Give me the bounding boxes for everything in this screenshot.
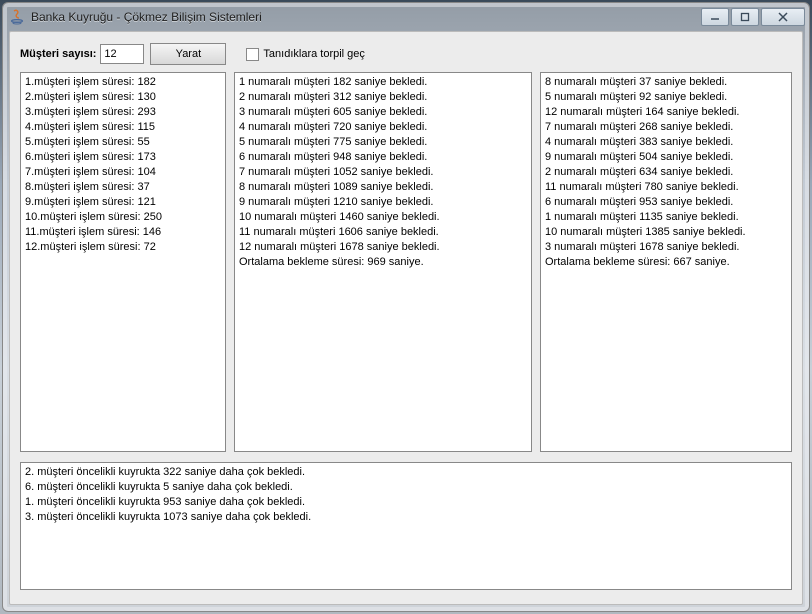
control-row: Müşteri sayısı: Yarat Tanıdıklara torpil… xyxy=(20,42,792,66)
torpil-label: Tanıdıklara torpil geç xyxy=(263,48,365,60)
processing-times-panel[interactable]: 1.müşteri işlem süresi: 182 2.müşteri iş… xyxy=(20,72,226,452)
app-window: Banka Kuyruğu - Çökmez Bilişim Sistemler… xyxy=(2,2,810,612)
window-title: Banka Kuyruğu - Çökmez Bilişim Sistemler… xyxy=(31,10,699,24)
panels-row: 1.müşteri işlem süresi: 182 2.müşteri iş… xyxy=(20,72,792,452)
client-area: Müşteri sayısı: Yarat Tanıdıklara torpil… xyxy=(9,31,803,605)
java-icon xyxy=(9,9,25,25)
titlebar[interactable]: Banka Kuyruğu - Çökmez Bilişim Sistemler… xyxy=(3,3,809,31)
fifo-wait-panel[interactable]: 1 numaralı müşteri 182 saniye bekledi. 2… xyxy=(234,72,532,452)
create-button[interactable]: Yarat xyxy=(150,43,226,65)
close-button[interactable] xyxy=(761,8,805,26)
window-controls xyxy=(699,8,805,26)
count-label: Müşteri sayısı: xyxy=(20,48,96,60)
priority-wait-panel[interactable]: 8 numaralı müşteri 37 saniye bekledi. 5 … xyxy=(540,72,792,452)
minimize-button[interactable] xyxy=(701,8,729,26)
checkbox-icon[interactable] xyxy=(246,48,259,61)
customer-count-input[interactable] xyxy=(100,44,144,64)
torpil-checkbox-wrap[interactable]: Tanıdıklara torpil geç xyxy=(246,48,365,61)
comparison-panel[interactable]: 2. müşteri öncelikli kuyrukta 322 saniye… xyxy=(20,462,792,590)
maximize-button[interactable] xyxy=(731,8,759,26)
